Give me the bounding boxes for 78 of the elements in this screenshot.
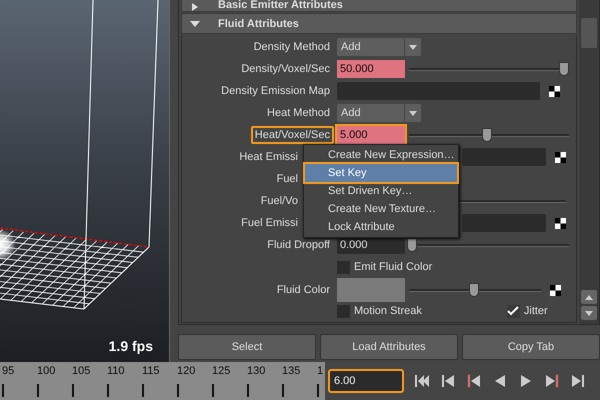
previous-key-icon[interactable] xyxy=(466,374,482,388)
checkbox-label: Motion Streak xyxy=(354,305,422,317)
slider-track[interactable] xyxy=(409,61,569,77)
disclosure-triangle-icon[interactable] xyxy=(190,3,200,11)
frame-number: 120 xyxy=(177,365,196,377)
map-field[interactable] xyxy=(462,214,546,232)
frame-number: 1 xyxy=(317,365,324,377)
attribute-label: Density Method xyxy=(252,40,331,55)
scroll-up-button[interactable] xyxy=(581,290,597,304)
checkbox[interactable] xyxy=(506,304,520,318)
dropdown-arrow-icon xyxy=(409,44,417,50)
disclosure-triangle-icon[interactable] xyxy=(190,20,200,28)
go-to-start-icon[interactable] xyxy=(414,374,430,388)
frame-ruler[interactable]: 95 100 105 110 115 120 125 130 135 1 xyxy=(0,362,325,400)
checker-map-icon[interactable] xyxy=(555,218,566,228)
checkbox-label: Emit Fluid Color xyxy=(354,261,432,273)
frame-number: 130 xyxy=(247,365,266,377)
down-arrow-icon xyxy=(585,310,593,316)
number-field[interactable]: 5.000 xyxy=(337,126,405,144)
slider-handle[interactable] xyxy=(559,62,570,76)
attribute-label: Fuel Emissi xyxy=(240,216,299,231)
frame-number: 100 xyxy=(37,365,56,377)
section-title: Fluid Attributes xyxy=(218,18,299,30)
frame-number: 125 xyxy=(212,365,230,377)
color-swatch[interactable] xyxy=(337,278,405,302)
map-field[interactable] xyxy=(337,82,540,100)
attribute-label: Heat Method xyxy=(266,106,331,121)
dropdown[interactable]: Add xyxy=(337,104,421,122)
number-field[interactable]: 50.000 xyxy=(337,60,405,78)
checkbox[interactable] xyxy=(337,260,350,274)
slider-track[interactable] xyxy=(409,282,541,298)
slider-handle[interactable] xyxy=(482,128,492,142)
attribute-label: Heat Emissi xyxy=(238,150,299,165)
up-arrow-icon xyxy=(585,294,593,300)
panel-button[interactable]: Copy Tab xyxy=(462,334,600,360)
scrollbar[interactable] xyxy=(579,0,599,324)
slider-handle[interactable] xyxy=(407,238,418,252)
fps-readout: 1.9 fps xyxy=(108,338,153,354)
checkbox-label: Jitter xyxy=(524,305,548,317)
frame-number: 135 xyxy=(282,365,300,377)
frame-number: 105 xyxy=(72,365,90,377)
step-back-icon[interactable] xyxy=(440,374,456,388)
section-header[interactable]: Basic Emitter Attributes xyxy=(181,0,577,12)
attribute-label: Fuel xyxy=(276,172,299,187)
current-frame-field[interactable]: 6.00 xyxy=(328,369,404,393)
step-forward-icon[interactable] xyxy=(570,374,586,388)
panel-button[interactable]: Load Attributes xyxy=(320,334,458,360)
attribute-label: Density Emission Map xyxy=(220,84,331,99)
section-header[interactable]: Fluid Attributes xyxy=(181,13,577,34)
attribute-label: Density/Voxel/Sec xyxy=(240,62,331,77)
slider-track[interactable] xyxy=(409,127,569,143)
slider-handle[interactable] xyxy=(468,283,479,297)
dropdown-arrow-icon xyxy=(409,110,417,116)
attribute-label: Fluid Dropoff xyxy=(266,238,331,253)
section-title: Basic Emitter Attributes xyxy=(218,0,343,11)
menu-item[interactable]: Set Driven Key… xyxy=(305,182,457,200)
frame-number: 115 xyxy=(142,365,160,377)
menu-item[interactable]: Create New Texture… xyxy=(305,200,457,218)
frame-number: 95 xyxy=(2,365,14,377)
checker-map-icon[interactable] xyxy=(555,152,566,162)
map-field[interactable] xyxy=(462,148,546,166)
attribute-label: Fluid Color xyxy=(276,283,331,298)
checkbox[interactable] xyxy=(337,304,350,318)
dropdown[interactable]: Add xyxy=(337,38,421,56)
next-key-icon[interactable] xyxy=(544,374,560,388)
checker-map-icon[interactable] xyxy=(550,284,561,296)
attribute-label: Heat/Voxel/Sec xyxy=(250,126,334,144)
checker-map-icon[interactable] xyxy=(549,86,560,96)
3d-viewport[interactable]: 1.9 fps xyxy=(0,0,170,362)
menu-item[interactable]: Set Key xyxy=(305,164,457,182)
scroll-down-button[interactable] xyxy=(581,306,597,320)
menu-item[interactable]: Create New Expression… xyxy=(305,146,457,164)
scrollbar-thumb[interactable] xyxy=(581,18,597,48)
menu-item[interactable]: Lock Attribute xyxy=(305,218,457,236)
attribute-label: Fuel/Vo xyxy=(260,194,299,209)
panel-button[interactable]: Select xyxy=(178,334,316,360)
frame-number: 110 xyxy=(107,365,125,377)
slider-track[interactable] xyxy=(409,237,569,253)
